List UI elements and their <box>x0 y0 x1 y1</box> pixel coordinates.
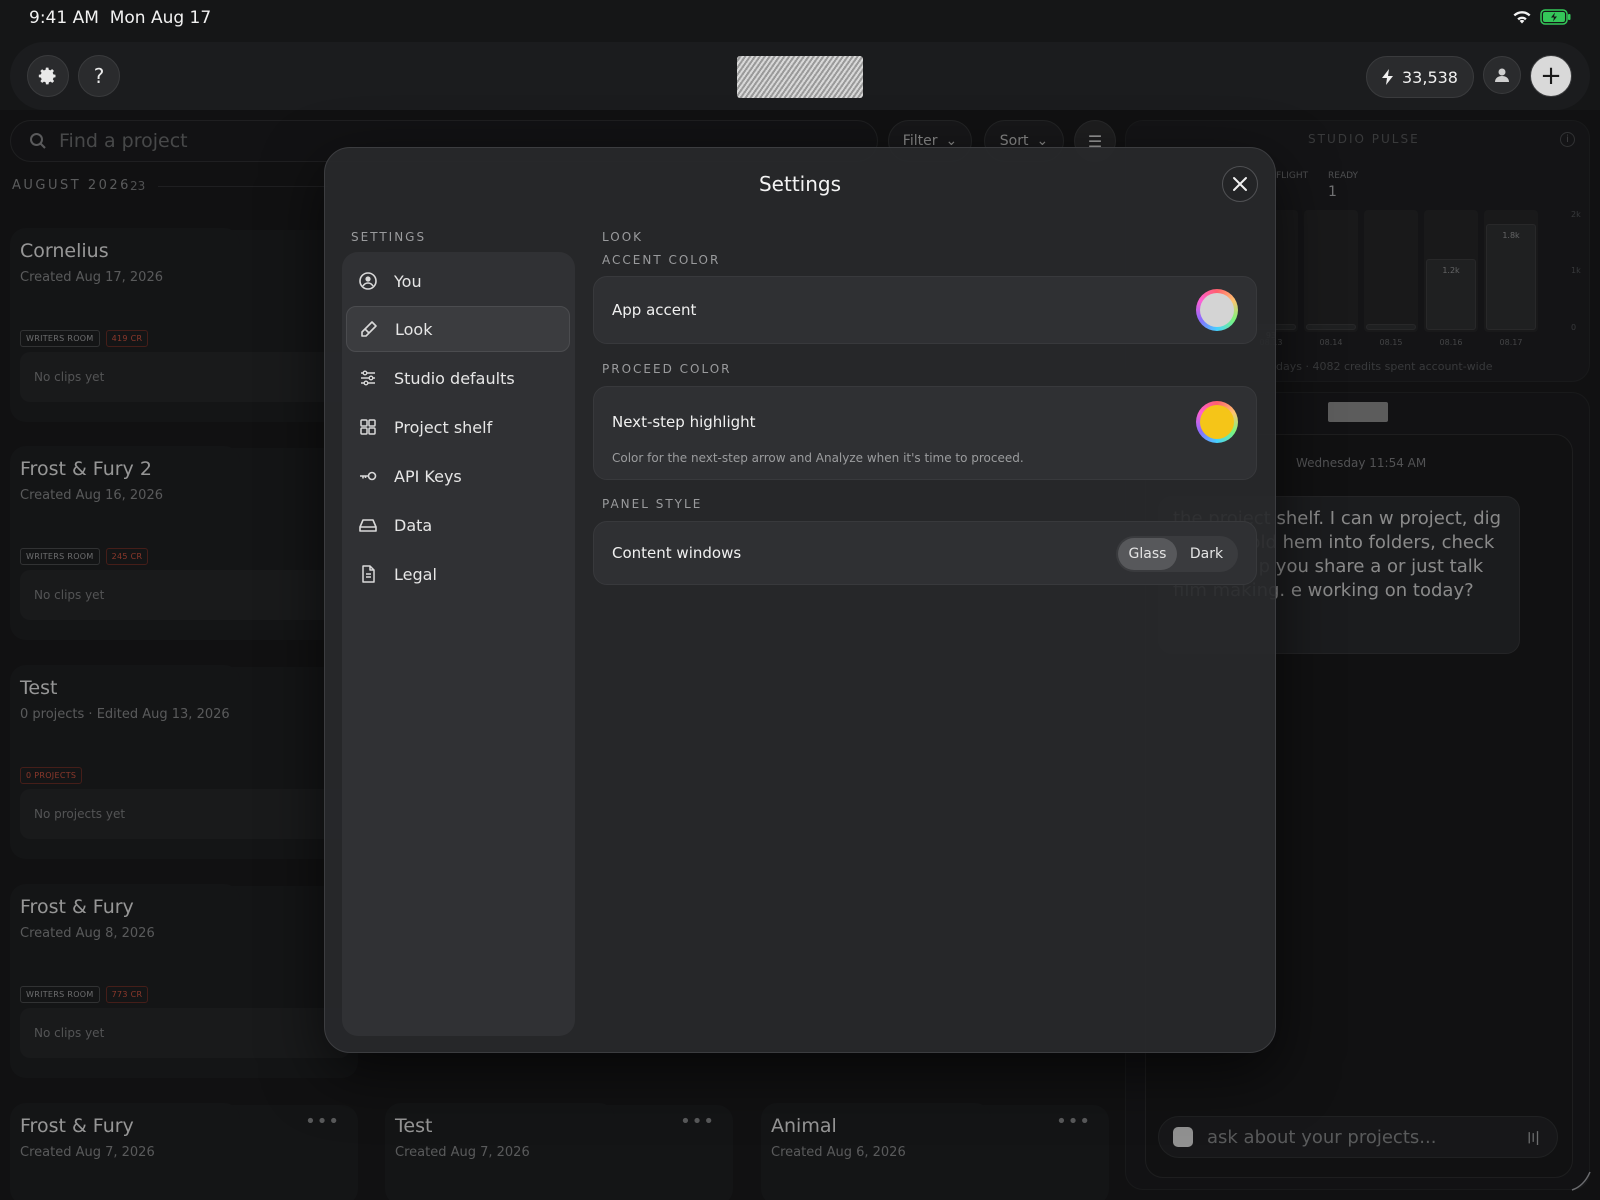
question-icon: ? <box>93 64 105 88</box>
nav-item-api-keys[interactable]: API Keys <box>346 453 570 499</box>
gear-icon <box>38 67 56 85</box>
look-section-title: LOOK <box>602 230 644 244</box>
modal-title: Settings <box>758 172 842 196</box>
next-step-swatch[interactable] <box>1196 401 1238 443</box>
nav-item-label: Legal <box>394 564 437 584</box>
nav-item-label: Look <box>395 319 433 339</box>
key-icon <box>360 471 377 481</box>
settings-button[interactable] <box>27 55 69 97</box>
credits-count: 33,538 <box>1402 67 1458 87</box>
drive-icon <box>359 519 377 532</box>
swatch-fill <box>1200 293 1234 327</box>
brush-icon <box>361 321 377 337</box>
profile-button[interactable] <box>1483 56 1521 94</box>
close-icon <box>1233 177 1247 191</box>
person-icon <box>1495 68 1509 82</box>
resize-handle-icon[interactable] <box>1570 1170 1592 1192</box>
accent-color-label: ACCENT COLOR <box>602 253 721 267</box>
app-accent-swatch[interactable] <box>1196 289 1238 331</box>
swatch-fill <box>1200 405 1234 439</box>
status-icons <box>1512 9 1572 25</box>
panel-style-toggle[interactable]: Glass Dark <box>1116 536 1238 572</box>
help-button[interactable]: ? <box>78 55 120 97</box>
nav-item-label: Studio defaults <box>394 368 515 388</box>
nav-item-studio-defaults[interactable]: Studio defaults <box>346 355 570 401</box>
bolt-icon <box>1382 69 1393 85</box>
nav-item-you[interactable]: You <box>346 258 570 304</box>
plus-icon: + <box>1540 61 1562 91</box>
app-accent-row[interactable]: App accent <box>593 276 1257 344</box>
document-icon <box>362 565 375 583</box>
nav-item-label: Project shelf <box>394 417 493 437</box>
status-time: 9:41 AM Mon Aug 17 <box>29 8 212 28</box>
content-windows-row: Content windows Glass Dark <box>593 521 1257 585</box>
nav-item-label: API Keys <box>394 466 462 486</box>
nav-item-label: You <box>394 271 422 291</box>
proceed-color-label: PROCEED COLOR <box>602 362 732 376</box>
wifi-icon <box>1513 10 1531 23</box>
nav-item-label: Data <box>394 515 433 535</box>
glass-option[interactable]: Glass <box>1118 538 1177 570</box>
status-bar: 9:41 AM Mon Aug 17 <box>0 0 1600 36</box>
user-circle-icon <box>359 272 377 290</box>
next-step-title: Next-step highlight <box>612 413 756 431</box>
grid-icon <box>360 419 376 435</box>
close-button[interactable] <box>1222 166 1258 202</box>
sliders-icon <box>361 370 375 386</box>
credits-pill[interactable]: 33,538 <box>1366 56 1474 98</box>
app-accent-title: App accent <box>612 301 697 319</box>
panel-style-label: PANEL STYLE <box>602 497 703 511</box>
nav-item-project-shelf[interactable]: Project shelf <box>346 404 570 450</box>
dark-option[interactable]: Dark <box>1177 538 1236 570</box>
battery-icon <box>1540 9 1571 25</box>
nav-item-legal[interactable]: Legal <box>346 551 570 597</box>
content-windows-title: Content windows <box>612 544 742 562</box>
new-project-button[interactable]: + <box>1530 55 1572 97</box>
nav-item-data[interactable]: Data <box>346 502 570 548</box>
settings-nav-label: SETTINGS <box>351 230 427 244</box>
app-logo <box>737 56 863 98</box>
next-step-description: Color for the next-step arrow and Analyz… <box>612 451 1024 465</box>
nav-item-look[interactable]: Look <box>346 306 570 352</box>
next-step-row[interactable]: Next-step highlight Color for the next-s… <box>593 386 1257 480</box>
